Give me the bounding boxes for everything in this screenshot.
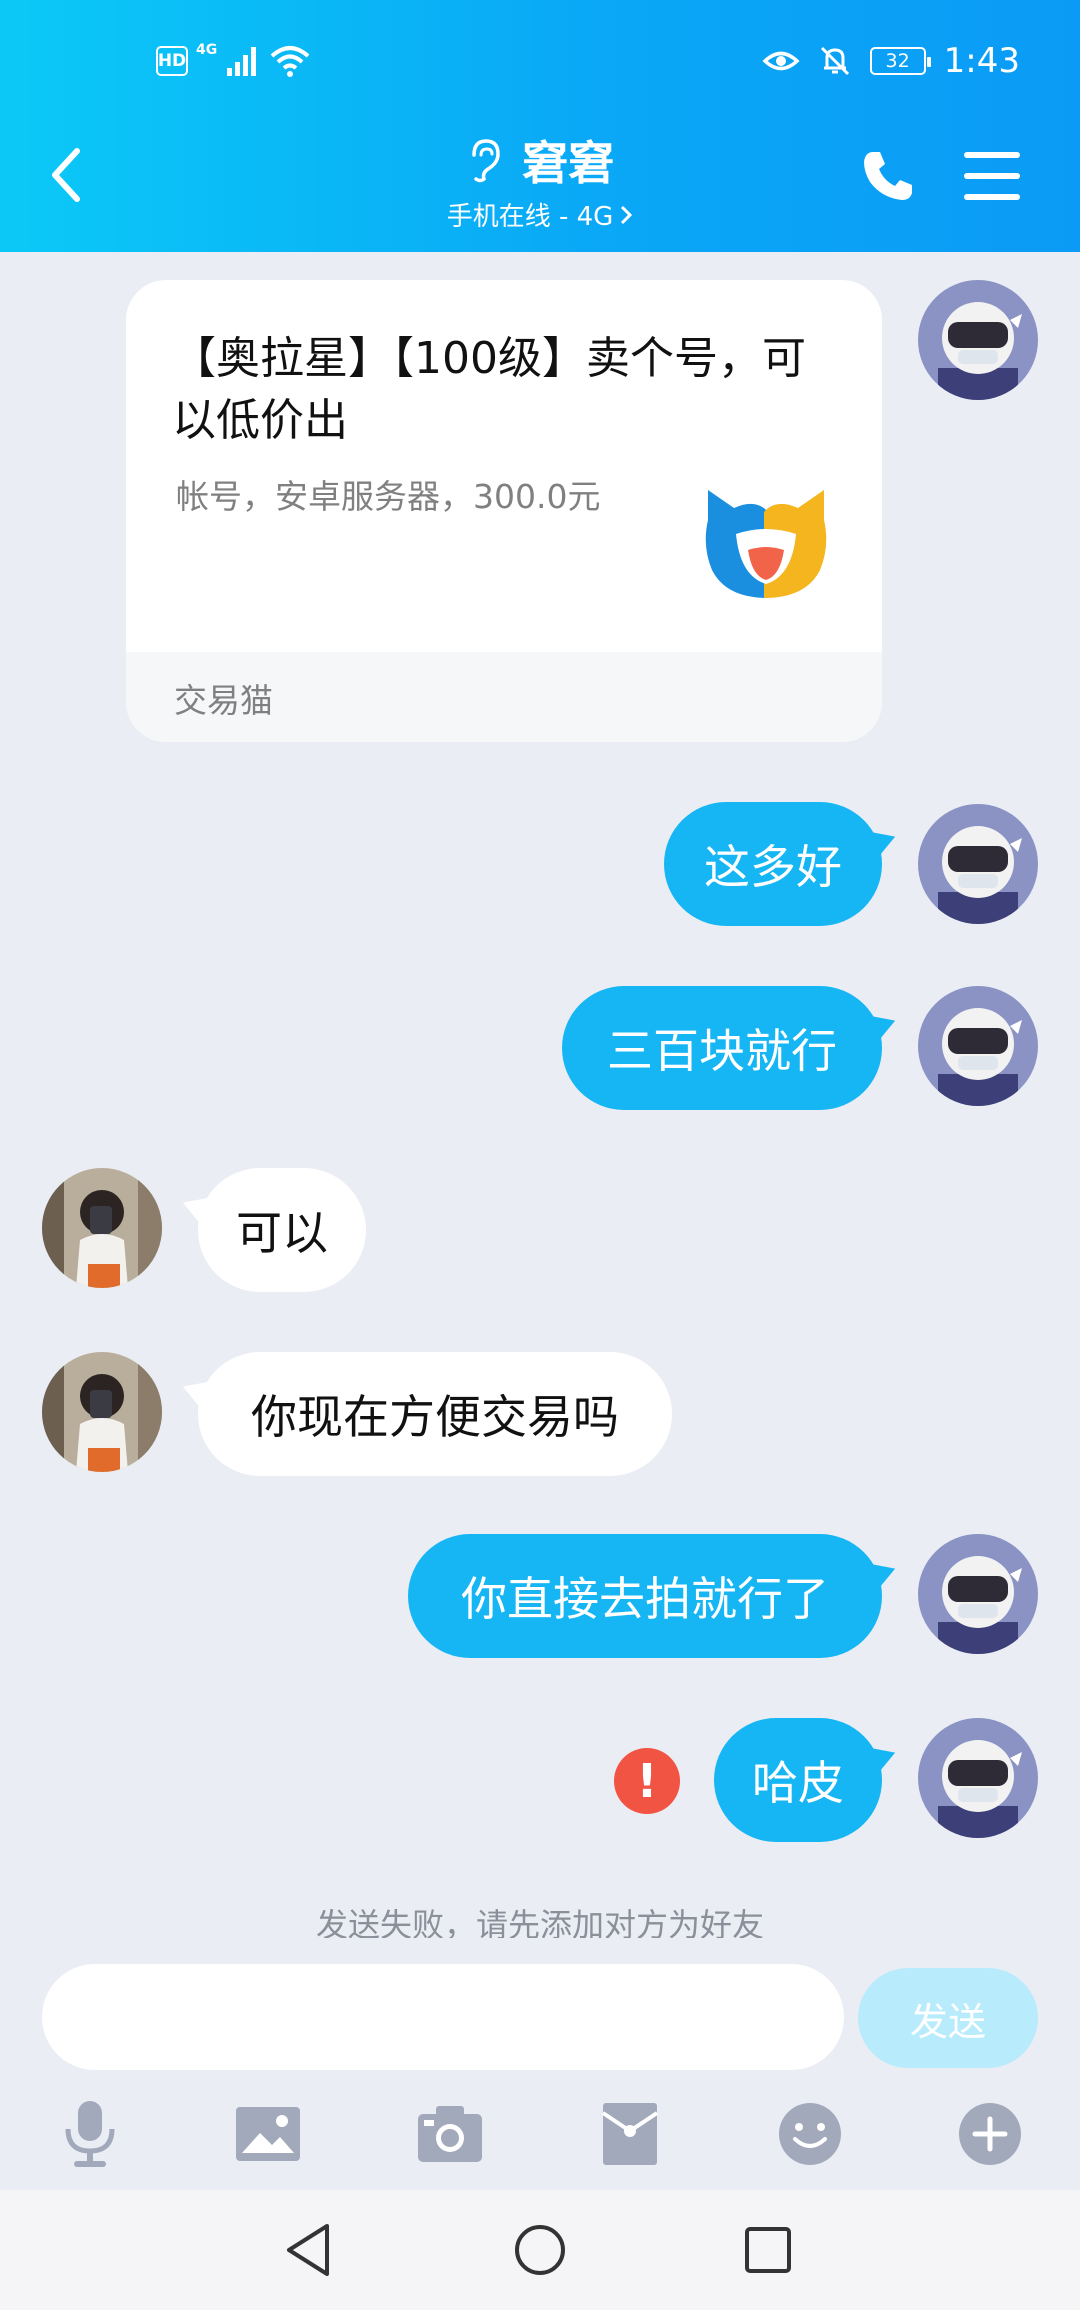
message-bubble-incoming[interactable]: 你现在方便交易吗	[198, 1352, 672, 1476]
shared-product-card[interactable]: 【奥拉星】【100级】卖个号，可以低价出 帐号，安卓服务器，300.0元 交易猫	[126, 280, 882, 742]
message-bubble-outgoing[interactable]: 三百块就行	[562, 986, 882, 1110]
red-packet-icon	[601, 2103, 659, 2165]
message-bubble-incoming[interactable]: 可以	[198, 1168, 366, 1292]
voice-button[interactable]	[50, 2094, 130, 2174]
message-bubble-outgoing[interactable]: 你直接去拍就行了	[408, 1534, 882, 1658]
send-failed-notice: 发送失败，请先添加对方为好友	[315, 1906, 764, 1938]
chat-header: HD 4G 32 1:43 窘窘 手机在线 - 4G	[0, 0, 1080, 252]
network-label: 4G	[196, 42, 218, 58]
helmet-avatar-icon	[918, 986, 1038, 1106]
status-bar-right: 32 1:43	[762, 38, 1020, 84]
menu-button[interactable]	[964, 150, 1020, 202]
battery-indicator: 32	[869, 47, 931, 75]
system-navigation-bar	[0, 2190, 1080, 2310]
image-icon	[236, 2107, 300, 2161]
helmet-avatar-icon	[918, 1534, 1038, 1654]
send-failed-icon[interactable]: !	[614, 1748, 680, 1814]
send-button[interactable]: 发送	[858, 1968, 1038, 2068]
gallery-button[interactable]	[228, 2094, 308, 2174]
online-status-text: 手机在线 - 4G	[446, 202, 614, 232]
wifi-icon	[270, 46, 310, 77]
more-button[interactable]	[950, 2094, 1030, 2174]
card-title: 【奥拉星】【100级】卖个号，可以低价出	[172, 333, 806, 446]
card-source: 交易猫	[174, 681, 273, 720]
online-status: 手机在线 - 4G	[447, 196, 634, 233]
input-toolbar	[0, 2094, 1080, 2174]
card-description: 帐号，安卓服务器，300.0元	[176, 477, 601, 516]
microphone-icon	[65, 2101, 115, 2167]
square-recents-icon	[745, 2227, 791, 2273]
contact-name: 窘窘	[522, 136, 614, 190]
helmet-avatar-icon	[918, 1718, 1038, 1838]
emoji-icon	[779, 2103, 841, 2165]
my-avatar[interactable]	[918, 986, 1038, 1106]
circle-home-icon	[515, 2225, 565, 2275]
signal-icon	[227, 47, 257, 76]
triangle-back-icon	[287, 2224, 329, 2276]
plus-icon	[959, 2103, 1021, 2165]
hd-badge: HD	[156, 46, 188, 76]
emoji-button[interactable]	[770, 2094, 850, 2174]
jiaoyimao-logo-icon	[705, 490, 827, 598]
call-button[interactable]	[858, 146, 918, 206]
eye-comfort-icon	[762, 51, 800, 71]
card-footer: 交易猫	[126, 652, 882, 742]
my-avatar[interactable]	[918, 1534, 1038, 1654]
title-area[interactable]: 窘窘 手机在线 - 4G	[0, 128, 1080, 233]
red-packet-button[interactable]	[590, 2094, 670, 2174]
mute-bell-icon	[820, 46, 849, 76]
chevron-right-icon	[621, 205, 633, 224]
camera-button[interactable]	[410, 2094, 490, 2174]
girl-photo-avatar-icon	[42, 1352, 162, 1472]
nav-recents-button[interactable]	[728, 2210, 808, 2290]
helmet-avatar-icon	[918, 280, 1038, 400]
nav-back-button[interactable]	[268, 2210, 348, 2290]
phone-icon	[864, 152, 912, 200]
message-bubble-outgoing[interactable]: 这多好	[664, 802, 882, 926]
girl-photo-avatar-icon	[42, 1168, 162, 1288]
camera-icon	[418, 2106, 482, 2162]
contact-avatar[interactable]	[42, 1168, 162, 1288]
helmet-avatar-icon	[918, 804, 1038, 924]
clock: 1:43	[943, 41, 1020, 81]
nav-home-button[interactable]	[500, 2210, 580, 2290]
status-bar-left: HD 4G	[156, 38, 311, 84]
message-input[interactable]	[42, 1964, 844, 2070]
message-bubble-outgoing[interactable]: 哈皮	[714, 1718, 882, 1842]
my-avatar[interactable]	[918, 804, 1038, 924]
my-avatar[interactable]	[918, 1718, 1038, 1838]
contact-avatar[interactable]	[42, 1352, 162, 1472]
my-avatar[interactable]	[918, 280, 1038, 400]
ear-icon	[472, 139, 500, 183]
